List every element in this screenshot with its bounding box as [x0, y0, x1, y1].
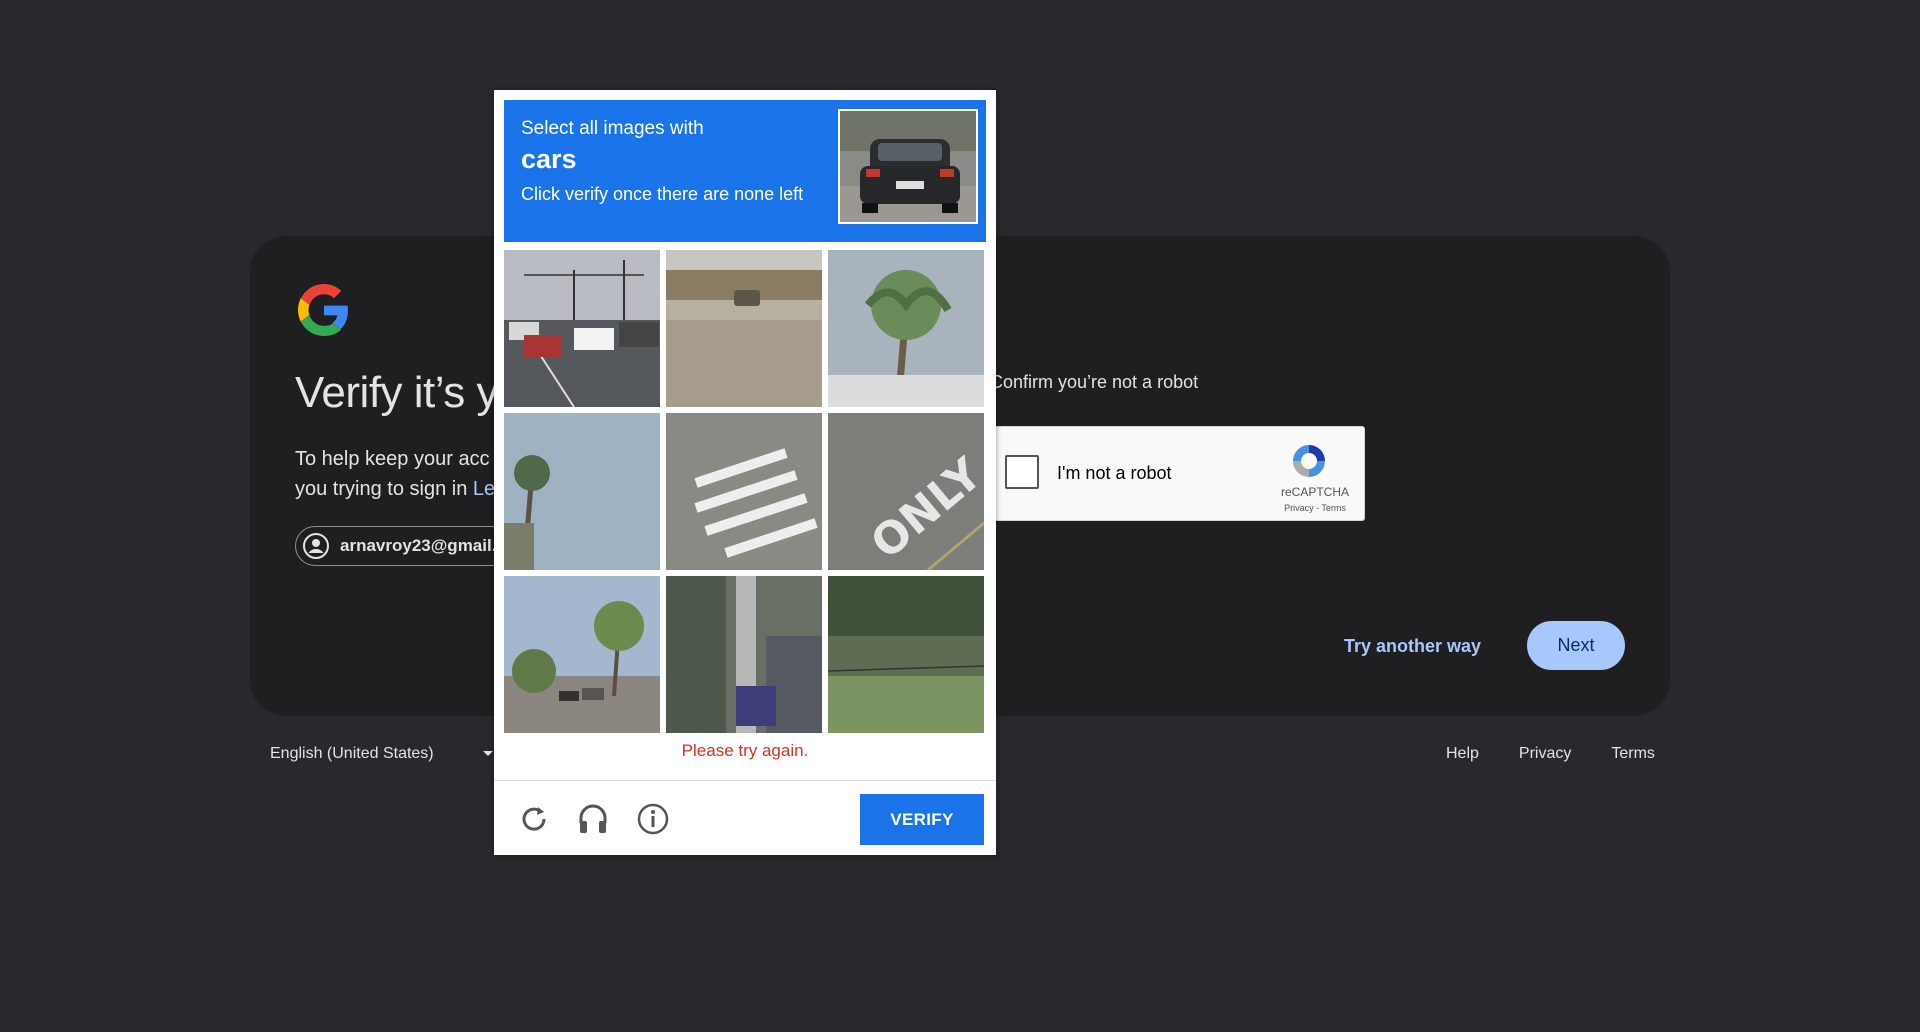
challenge-footer: VERIFY — [494, 780, 996, 855]
tile-intersection-cars[interactable] — [504, 250, 660, 407]
account-email: arnavroy23@gmail. — [340, 536, 497, 555]
challenge-instruction: Select all images with — [521, 118, 704, 139]
page-title: Verify it’s y — [295, 368, 498, 417]
audio-icon[interactable] — [575, 801, 611, 837]
terms-link[interactable]: Terms — [1611, 745, 1655, 763]
recaptcha-brand: reCAPTCHA — [1280, 485, 1349, 499]
tile-grass-hillside[interactable] — [828, 576, 984, 733]
account-chip[interactable]: arnavroy23@gmail. — [295, 526, 515, 566]
privacy-link[interactable]: Privacy — [1519, 745, 1571, 763]
account-circle-icon — [303, 533, 329, 559]
recaptcha-logo-icon — [1293, 445, 1325, 477]
tile-palm-tree-sky[interactable] — [504, 413, 660, 570]
tile-street-palms-cars[interactable] — [504, 576, 660, 733]
verify-button[interactable]: VERIFY — [860, 794, 984, 845]
subtitle-line2-text: you trying to sign in — [295, 478, 468, 500]
next-button[interactable]: Next — [1527, 621, 1625, 670]
error-message: Please try again. — [681, 741, 809, 760]
reload-icon[interactable] — [516, 801, 552, 837]
tile-pole-shadow[interactable] — [666, 576, 822, 733]
recaptcha-label: I'm not a robot — [1057, 463, 1172, 483]
google-logo-icon — [298, 284, 348, 336]
tile-crosswalk[interactable] — [666, 413, 822, 570]
language-selector[interactable]: English (United States) — [270, 745, 494, 763]
recaptcha-checkbox[interactable] — [1005, 455, 1039, 489]
sample-car-image — [838, 109, 978, 224]
recaptcha-links[interactable]: Privacy - Terms — [1279, 503, 1351, 513]
tile-palm-tree-sidewalk[interactable] — [828, 250, 984, 407]
recaptcha-widget: I'm not a robot reCAPTCHA Privacy - Term… — [990, 426, 1365, 521]
learn-more-link[interactable]: Le — [473, 478, 495, 500]
challenge-header: Select all images with cars Click verify… — [504, 100, 986, 242]
footer-links: Help Privacy Terms — [1446, 745, 1655, 763]
info-icon[interactable] — [635, 801, 671, 837]
help-link[interactable]: Help — [1446, 745, 1479, 763]
try-another-way-link[interactable]: Try another way — [1344, 636, 1481, 657]
captcha-challenge-popup: Select all images with cars Click verify… — [494, 90, 996, 855]
confirm-text: Confirm you’re not a robot — [990, 372, 1199, 392]
challenge-target: cars — [521, 144, 577, 174]
challenge-subinstruction: Click verify once there are none left — [521, 184, 804, 204]
tile-road-only-marking[interactable]: ONLY — [828, 413, 984, 570]
language-label: English (United States) — [270, 745, 434, 762]
tile-dirt-lot-car[interactable] — [666, 250, 822, 407]
chevron-down-icon — [482, 751, 493, 756]
image-grid: ONLY — [504, 250, 986, 733]
